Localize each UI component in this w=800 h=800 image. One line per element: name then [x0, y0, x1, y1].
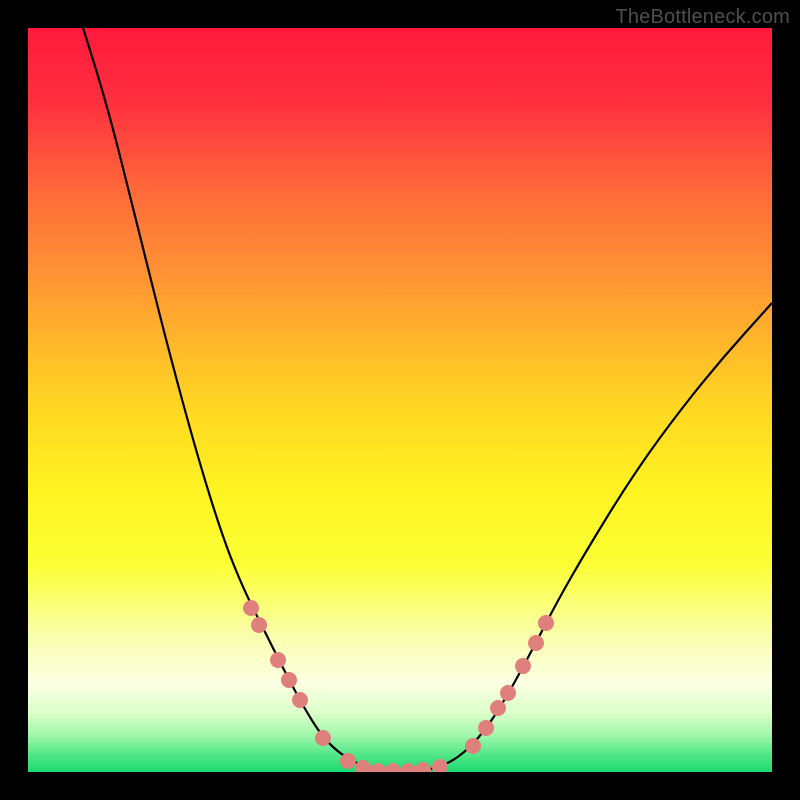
curve-dot	[281, 672, 297, 688]
chart-curve-layer	[28, 28, 772, 772]
curve-dot	[400, 763, 416, 772]
curve-dot	[270, 652, 286, 668]
curve-dot	[243, 600, 259, 616]
curve-dot	[385, 763, 401, 772]
curve-dot	[415, 762, 431, 772]
curve-dot	[370, 763, 386, 772]
curve-dot	[340, 753, 356, 769]
curve-dot	[528, 635, 544, 651]
curve-dot	[292, 692, 308, 708]
chart-frame	[28, 28, 772, 772]
curve-dot	[538, 615, 554, 631]
curve-dot	[500, 685, 516, 701]
curve-dot	[515, 658, 531, 674]
bottleneck-curve	[80, 28, 772, 771]
curve-dot	[432, 759, 448, 772]
watermark-text: TheBottleneck.com	[615, 6, 790, 29]
curve-dot	[355, 760, 371, 772]
curve-dots	[243, 600, 554, 772]
curve-dot	[315, 730, 331, 746]
curve-dot	[478, 720, 494, 736]
curve-dot	[465, 738, 481, 754]
curve-dot	[251, 617, 267, 633]
curve-dot	[490, 700, 506, 716]
